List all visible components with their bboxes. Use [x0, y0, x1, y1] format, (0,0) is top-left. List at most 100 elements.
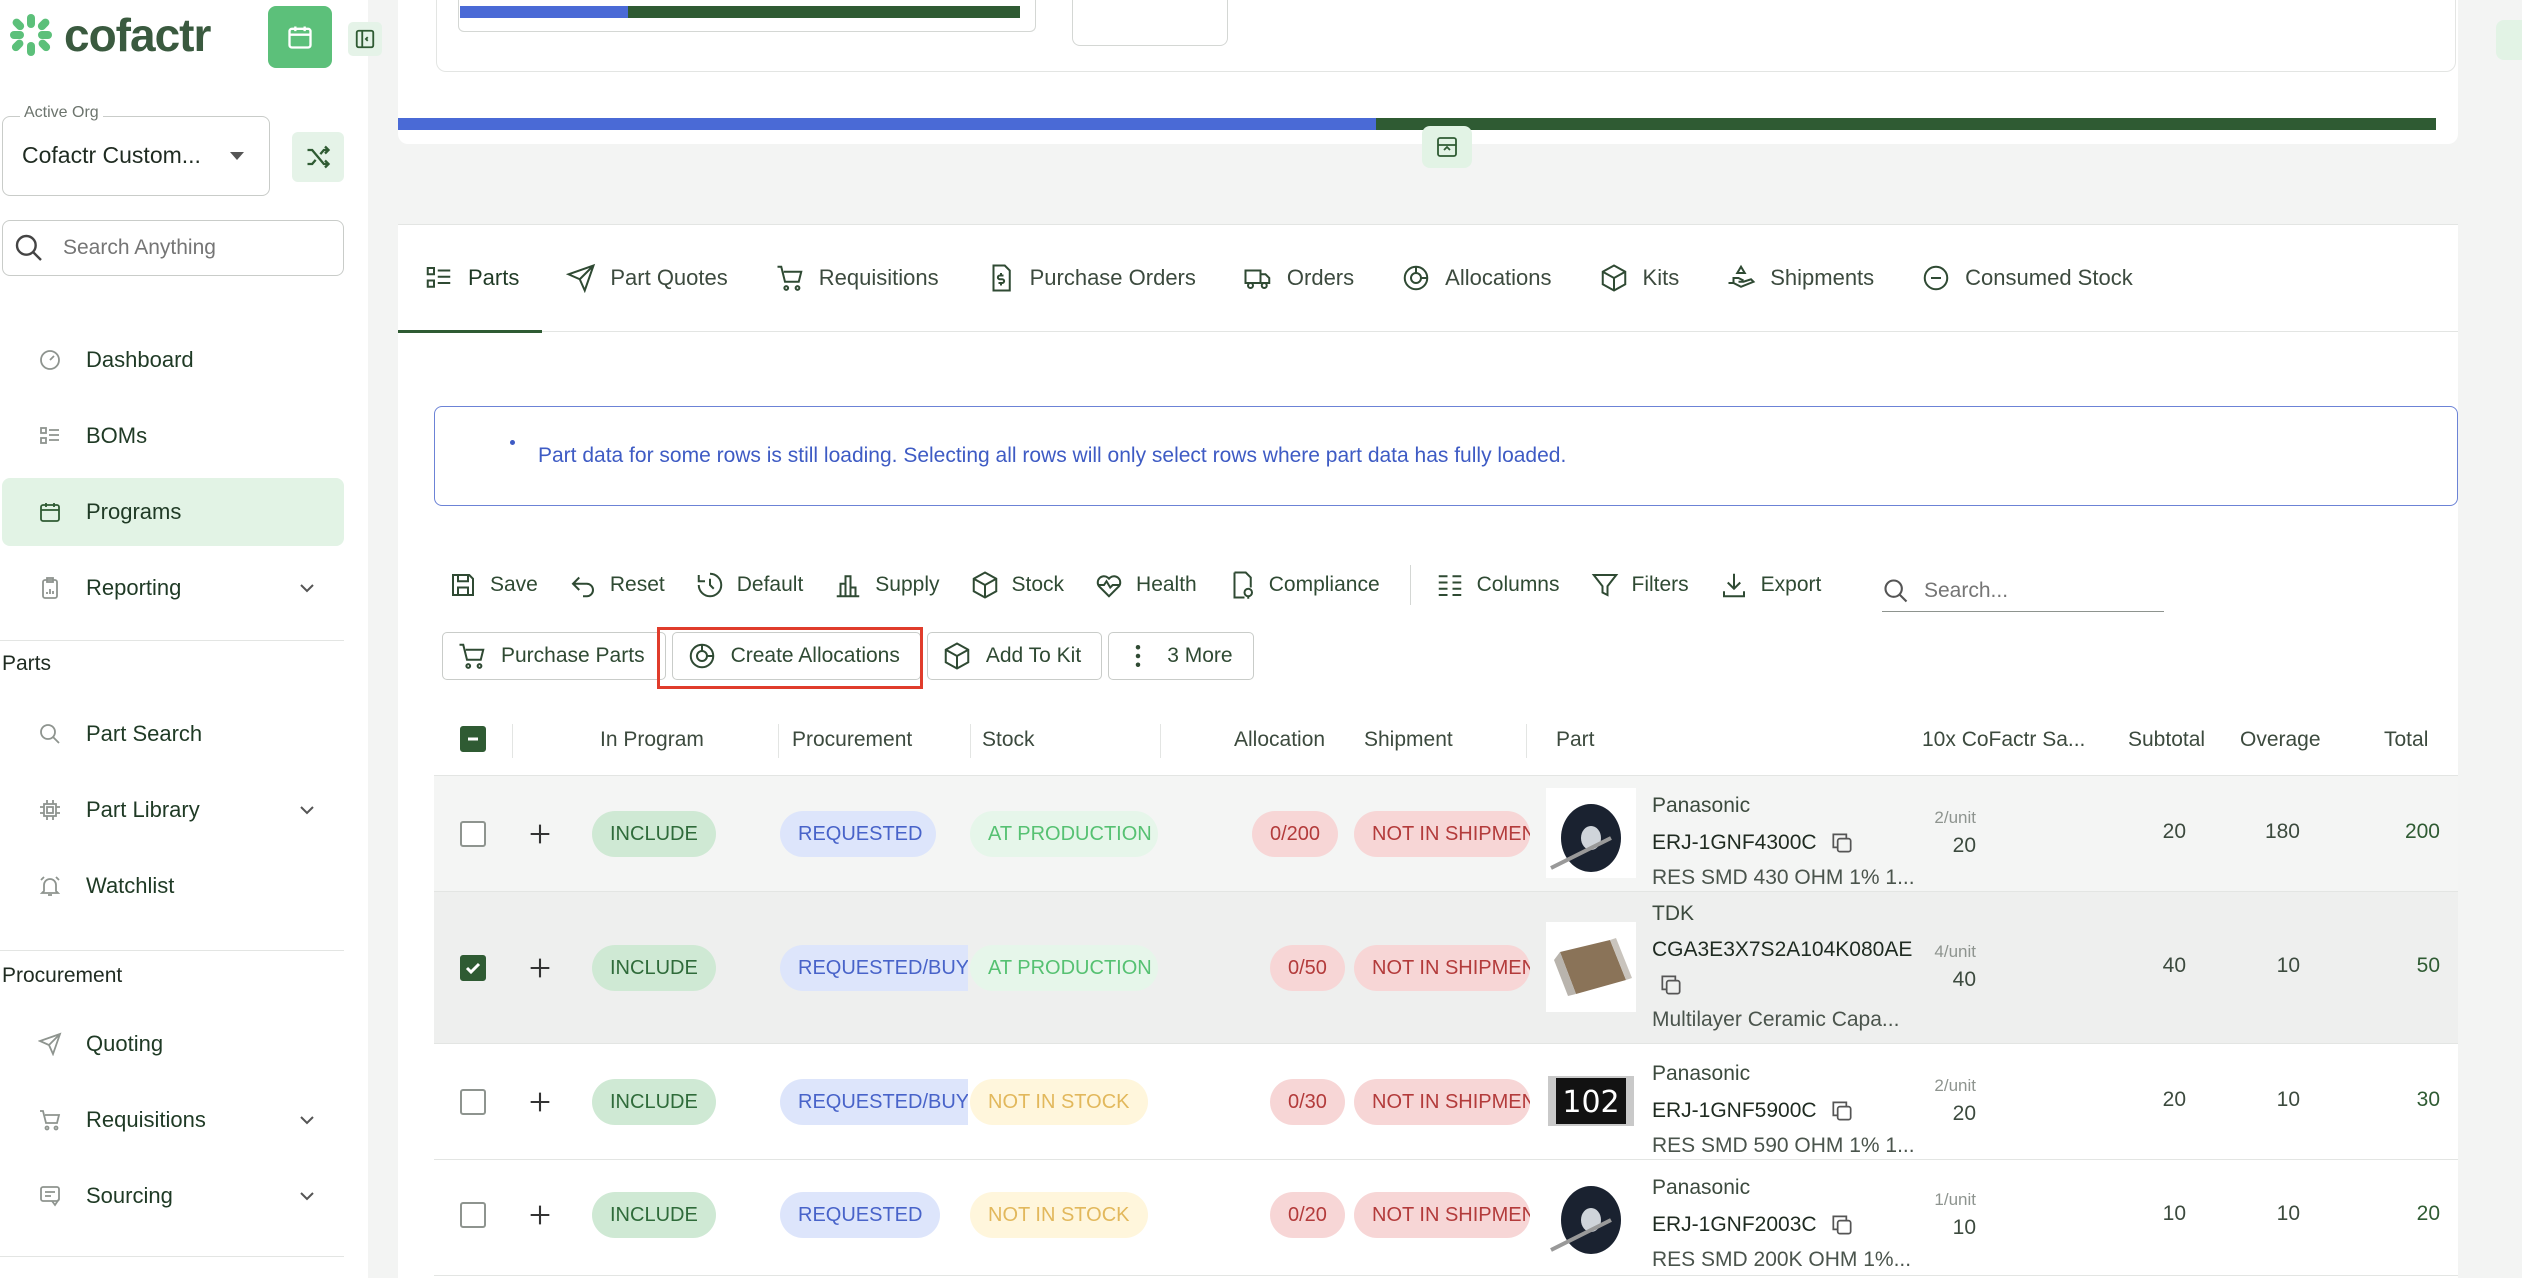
tab-allocations[interactable]: Allocations — [1401, 224, 1574, 332]
row-checkbox[interactable] — [460, 1089, 486, 1115]
sidebar-item-part-library[interactable]: Part Library — [2, 776, 344, 844]
allocation-badge: 0/30 — [1270, 1079, 1345, 1125]
part-mpn[interactable]: ERJ-1GNF5900C — [1652, 1098, 1942, 1124]
table-header: In Program Procurement Stock Allocation … — [434, 704, 2458, 776]
header-allocation[interactable]: Allocation — [1234, 728, 1325, 752]
supply-button[interactable]: Supply — [833, 570, 940, 600]
tab-label: Parts — [468, 264, 520, 290]
header-sample[interactable]: 10x CoFactr Sa... — [1922, 728, 2085, 752]
part-mpn[interactable]: ERJ-1GNF4300C — [1652, 830, 1942, 856]
summary-side-box[interactable] — [1072, 0, 1228, 46]
sidebar-item-label: Sourcing — [86, 1183, 173, 1208]
undo-icon — [571, 576, 594, 598]
header-total[interactable]: Total — [2384, 728, 2428, 752]
collapse-sidebar-button[interactable] — [348, 22, 382, 56]
in-program-badge[interactable]: INCLUDE — [592, 1192, 716, 1238]
sidebar-item-part-search[interactable]: Part Search — [2, 700, 344, 768]
global-search[interactable] — [2, 220, 344, 276]
overage: 10 — [2276, 1202, 2300, 1225]
in-program-badge[interactable]: INCLUDE — [592, 811, 716, 857]
select-all-checkbox[interactable] — [460, 726, 486, 752]
sidebar-item-reporting[interactable]: Reporting — [2, 554, 344, 622]
tab-parts[interactable]: Parts — [397, 224, 543, 333]
save-button[interactable]: Save — [448, 570, 538, 600]
send-icon — [38, 1032, 62, 1056]
row-checkbox[interactable] — [460, 1202, 486, 1228]
header-procurement[interactable]: Procurement — [792, 728, 912, 752]
part-mpn[interactable]: ERJ-1GNF2003C — [1652, 1212, 1942, 1238]
sidebar-item-dashboard[interactable]: Dashboard — [2, 326, 344, 394]
tab-purchase-orders[interactable]: Purchase Orders — [986, 224, 1219, 332]
in-program-badge[interactable]: INCLUDE — [592, 1079, 716, 1125]
reset-button[interactable]: Reset — [568, 570, 665, 600]
copy-icon[interactable] — [1829, 830, 1855, 856]
copy-icon[interactable] — [1658, 972, 1684, 998]
expand-row-icon[interactable] — [526, 820, 554, 848]
header-in-program[interactable]: In Program — [600, 728, 704, 752]
purchase-parts-button[interactable]: Purchase Parts — [442, 632, 666, 680]
table-row[interactable]: INCLUDE REQUESTED AT PRODUCTION ( 0/200 … — [434, 776, 2458, 892]
table-search-input[interactable] — [1924, 578, 2144, 603]
right-panel-toggle[interactable] — [2496, 20, 2522, 60]
stock-button[interactable]: Stock — [970, 570, 1064, 600]
health-button[interactable]: Health — [1094, 570, 1197, 600]
sidebar-item-sourcing[interactable]: Sourcing — [2, 1162, 344, 1230]
sidebar-item-requisitions[interactable]: Requisitions — [2, 1086, 344, 1154]
header-stock[interactable]: Stock — [982, 728, 1035, 752]
switch-org-button[interactable] — [292, 132, 344, 182]
collapse-summary-button[interactable] — [1422, 126, 1472, 168]
row-checkbox[interactable] — [460, 821, 486, 847]
tab-label: Orders — [1286, 264, 1355, 290]
add-to-kit-button[interactable]: Add To Kit — [926, 632, 1103, 680]
hand-icon — [1728, 264, 1756, 288]
sidebar-item-programs[interactable]: Programs — [2, 478, 344, 546]
compliance-button[interactable]: Compliance — [1227, 570, 1380, 600]
expand-row-icon[interactable] — [526, 954, 554, 982]
part-mpn[interactable]: CGA3E3X7S2A104K080AE — [1652, 938, 1942, 962]
filters-button[interactable]: Filters — [1590, 570, 1689, 600]
part-mpn-text: ERJ-1GNF2003C — [1652, 1213, 1817, 1236]
header-part[interactable]: Part — [1556, 728, 1595, 752]
send-icon — [566, 263, 596, 293]
copy-icon[interactable] — [1829, 1098, 1855, 1124]
export-button[interactable]: Export — [1719, 570, 1821, 600]
procurement-badge: REQUESTED/BUY/ — [780, 945, 968, 991]
sidebar-item-label: Part Library — [86, 797, 200, 822]
resistor-marking: 102 — [1562, 1085, 1619, 1120]
tab-kits[interactable]: Kits — [1599, 224, 1703, 332]
tab-requisitions[interactable]: Requisitions — [775, 224, 962, 332]
parts-icon — [426, 266, 451, 288]
tab-shipments[interactable]: Shipments — [1726, 224, 1897, 332]
tab-part-quotes[interactable]: Part Quotes — [566, 224, 750, 332]
table-row[interactable]: INCLUDE REQUESTED/BUY/ NOT IN STOCK 0/30… — [434, 1044, 2458, 1160]
columns-label: Columns — [1476, 573, 1560, 596]
tab-consumed-stock[interactable]: Consumed Stock — [1921, 224, 2156, 332]
shuffle-icon — [307, 145, 331, 169]
sidebar-item-label: Watchlist — [86, 873, 175, 898]
table-row[interactable]: INCLUDE REQUESTED NOT IN STOCK 0/20 NOT … — [434, 1160, 2458, 1276]
columns-button[interactable]: Columns — [1435, 570, 1560, 600]
table-row[interactable]: INCLUDE REQUESTED/BUY/ AT PRODUCTION ( 0… — [434, 892, 2458, 1044]
header-overage[interactable]: Overage — [2240, 728, 2321, 752]
global-search-input[interactable] — [63, 236, 313, 260]
default-button[interactable]: Default — [695, 570, 803, 600]
copy-icon[interactable] — [1829, 1212, 1855, 1238]
more-actions-button[interactable]: 3 More — [1108, 632, 1254, 680]
toolbar-divider — [1409, 565, 1411, 605]
table-search[interactable] — [1882, 570, 2164, 612]
sidebar-item-label: BOMs — [86, 423, 148, 448]
sidebar-item-watchlist[interactable]: Watchlist — [2, 852, 344, 920]
header-subtotal[interactable]: Subtotal — [2128, 728, 2205, 752]
expand-row-icon[interactable] — [526, 1201, 554, 1229]
sidebar-item-label: Reporting — [86, 575, 182, 600]
overage: 10 — [2276, 954, 2300, 977]
sidebar-item-boms[interactable]: BOMs — [2, 402, 344, 470]
in-program-badge[interactable]: INCLUDE — [592, 945, 716, 991]
expand-row-icon[interactable] — [526, 1088, 554, 1116]
logo[interactable]: cofactr — [8, 8, 211, 62]
programs-shortcut-button[interactable] — [268, 6, 332, 68]
header-shipment[interactable]: Shipment — [1364, 728, 1453, 752]
sidebar-item-quoting[interactable]: Quoting — [2, 1010, 344, 1078]
row-checkbox[interactable] — [460, 955, 486, 981]
tab-orders[interactable]: Orders — [1243, 224, 1377, 332]
